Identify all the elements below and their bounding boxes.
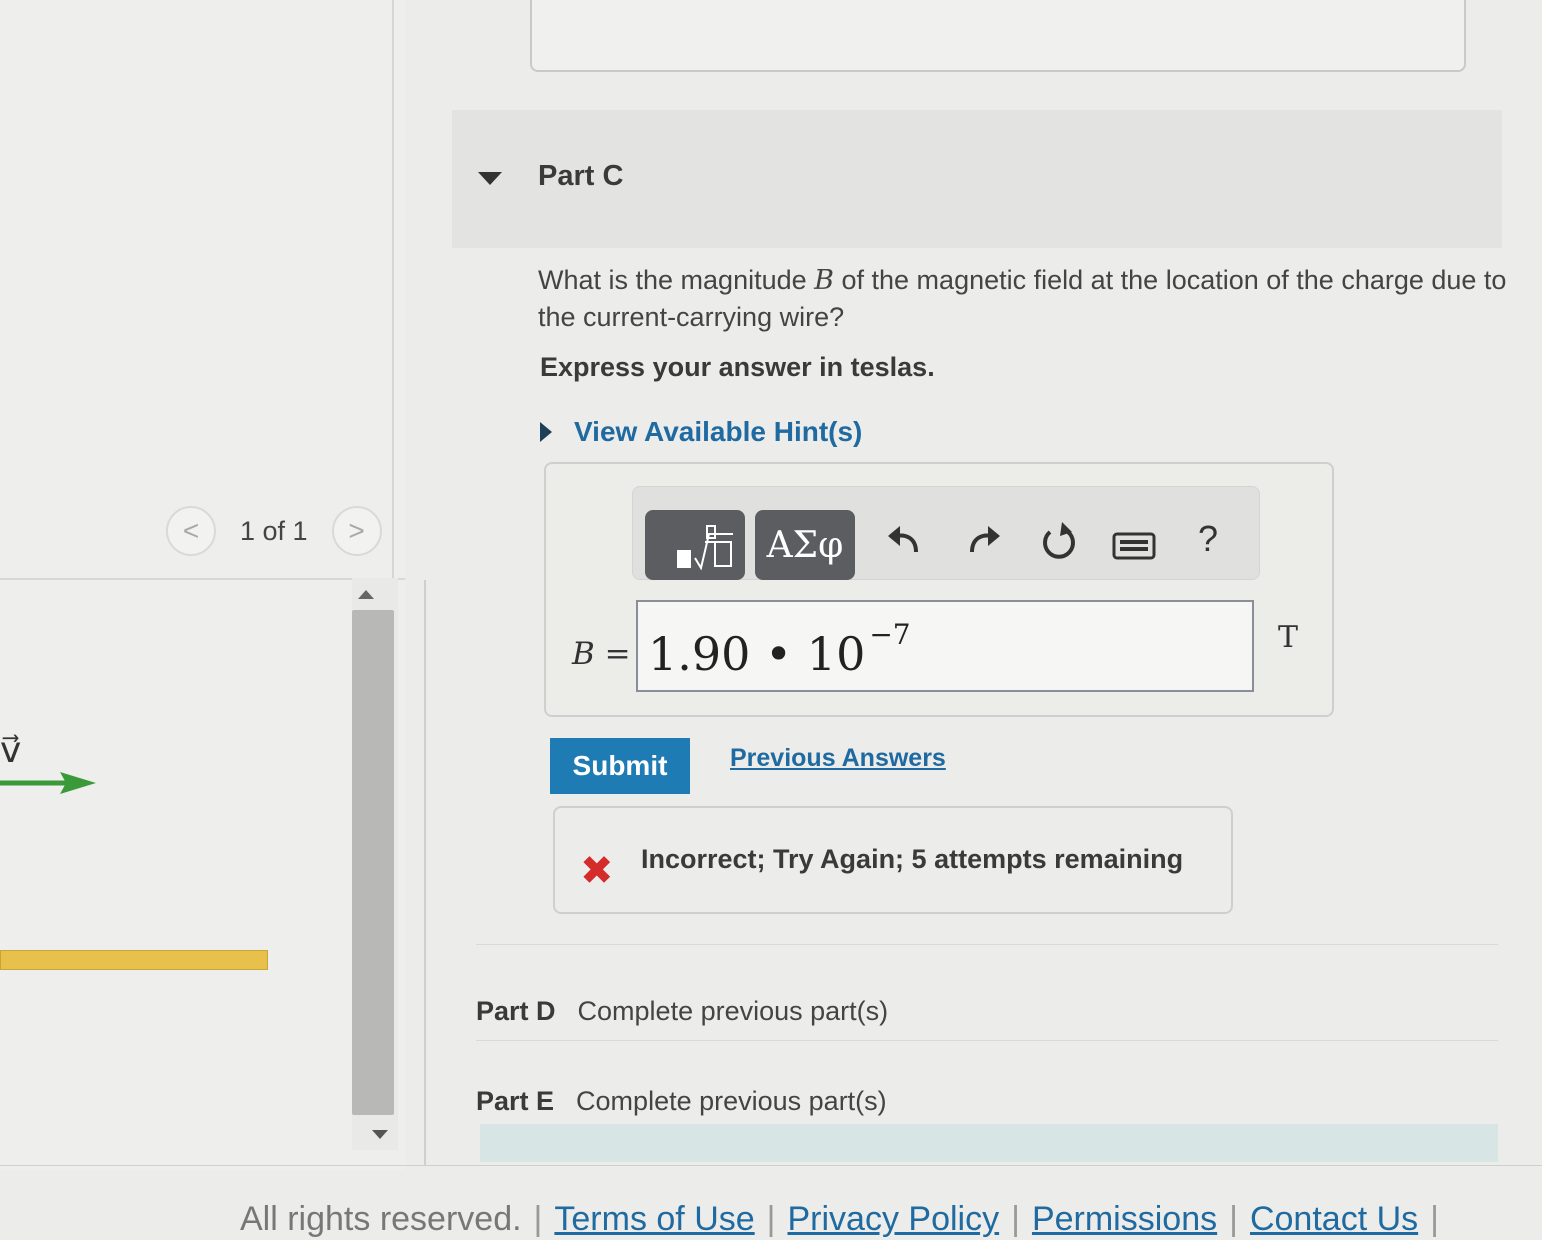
part-title: Part C [538,160,624,192]
part-e-status: Complete previous part(s) [576,1086,887,1116]
hint-label: View Available Hint(s) [574,416,863,447]
answer-instruction: Express your answer in teslas. [540,352,935,382]
expand-triangle-icon [540,422,552,442]
answer-label-eq: = [594,636,631,672]
templates-icon [677,525,733,570]
view-hints-link[interactable]: View Available Hint(s) [540,416,862,448]
panel-divider-lower [424,580,426,1165]
answer-label: B = [572,636,631,672]
undo-icon[interactable] [884,520,924,560]
greek-symbols-button[interactable]: ΑΣφ [755,510,855,580]
footer-sep: | [1011,1200,1020,1238]
divider [476,944,1498,945]
answer-input[interactable]: 1.90 • 10 −7 [636,600,1254,692]
scroll-up-arrow-icon[interactable] [358,590,374,599]
footer-link-permissions[interactable]: Permissions [1032,1200,1217,1239]
velocity-arrow-icon [0,772,96,794]
collapse-caret-icon[interactable] [478,172,502,185]
answer-mantissa: 1.90 • 10 [648,627,866,681]
footer: All rights reserved. | Terms of Use | Pr… [240,1200,1451,1239]
pager-text: 1 of 1 [240,515,308,546]
part-e-label: Part E [476,1086,555,1116]
footer-sep: | [533,1200,543,1238]
pager-next-button[interactable]: > [331,506,382,556]
previous-part-box [530,0,1466,72]
redo-icon[interactable] [964,520,1004,560]
part-e-row[interactable]: Part E Complete previous part(s) [476,1086,887,1117]
pager-separator [0,578,405,580]
feedback-text: Incorrect; Try Again; 5 attempts remaini… [641,844,1184,874]
previous-answers-link[interactable]: Previous Answers [730,744,946,773]
scroll-down-arrow-icon[interactable] [372,1130,388,1139]
footer-sep: | [1430,1200,1439,1238]
progress-strip [480,1124,1498,1162]
question-variable: B [814,265,834,296]
question-text: What is the magnitude B of the magnetic … [538,262,1508,335]
reset-icon[interactable] [1038,520,1078,564]
footer-link-terms[interactable]: Terms of Use [554,1200,754,1239]
divider [476,1040,1498,1041]
left-panel [0,0,405,1170]
part-d-label: Part D [476,996,556,1026]
chevron-left-icon: < [182,515,200,546]
footer-link-contact[interactable]: Contact Us [1250,1200,1418,1239]
footer-sep: | [1229,1200,1238,1238]
scrollbar-thumb[interactable] [352,610,394,1115]
question-pre: What is the magnitude [538,265,815,295]
footer-divider [0,1165,1542,1166]
part-d-status: Complete previous part(s) [577,996,889,1026]
unit-label: T [1278,620,1299,655]
vector-label: v⃗ [0,730,22,771]
panel-divider [392,0,394,580]
pager: < 1 of 1 > [166,506,382,556]
pager-prev-button[interactable]: < [166,506,216,556]
footer-rights: All rights reserved. [240,1200,522,1238]
keyboard-icon[interactable] [1112,532,1156,560]
wire-bar [0,950,268,970]
footer-sep: | [766,1200,776,1238]
chevron-right-icon: > [348,515,365,546]
templates-button[interactable] [645,510,745,580]
incorrect-x-icon: ✖ [580,849,614,893]
footer-link-privacy[interactable]: Privacy Policy [788,1200,1000,1239]
help-icon[interactable]: ? [1198,518,1218,560]
part-d-row[interactable]: Part D Complete previous part(s) [476,996,888,1027]
answer-exponent: −7 [869,618,911,651]
submit-button[interactable]: Submit [550,738,690,794]
answer-label-var: B [572,636,595,672]
